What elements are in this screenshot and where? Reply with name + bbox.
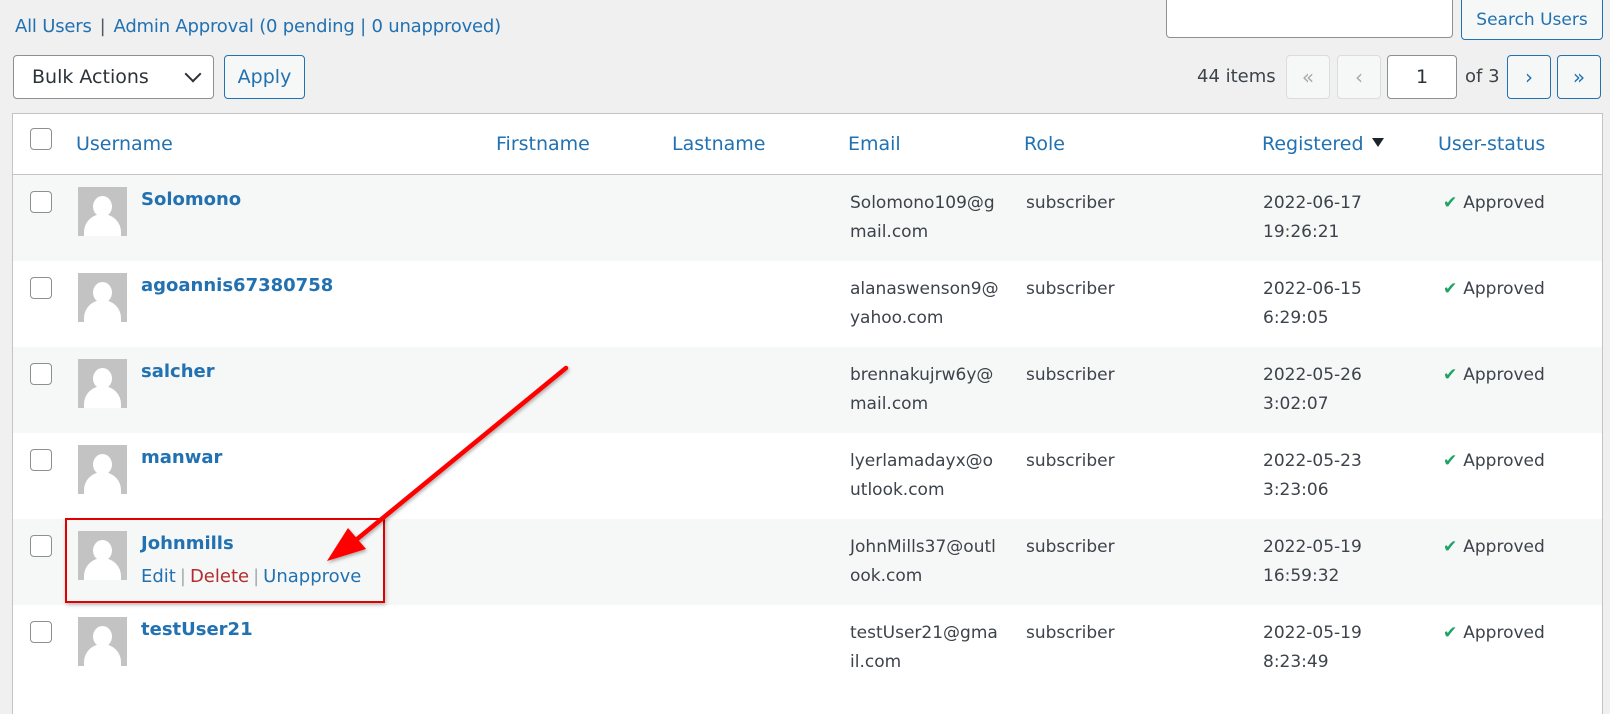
row-checkbox[interactable] — [30, 277, 52, 299]
registered-cell: 2022-05-19 8:23:49 — [1263, 623, 1362, 672]
row-checkbox[interactable] — [30, 363, 52, 385]
table-row: salcher brennakujrw6y@mail.com subscriber 2… — [13, 347, 1602, 433]
sort-desc-icon — [1371, 138, 1384, 147]
apply-button[interactable]: Apply — [224, 55, 305, 99]
username-link[interactable]: Johnmills — [141, 533, 234, 554]
view-links: All Users | Admin Approval (0 pending | 0 … — [15, 16, 501, 37]
row-checkbox[interactable] — [30, 191, 52, 213]
row-checkbox[interactable] — [30, 621, 52, 643]
user-status-cell: ✔ Approved — [1443, 619, 1545, 648]
column-lastname[interactable]: Lastname — [672, 133, 765, 155]
user-status-cell: ✔ Approved — [1443, 447, 1545, 476]
table-row: agoannis67380758 alanaswenson9@yahoo.com s… — [13, 261, 1602, 347]
table-row: testUser21 testUser21@gmail.com subscriber… — [13, 605, 1602, 691]
registered-cell: 2022-06-17 19:26:21 — [1263, 193, 1362, 242]
column-role[interactable]: Role — [1024, 133, 1065, 155]
avatar — [78, 359, 127, 408]
table-body: Solomono Solomono109@gmail.com subscriber 2… — [13, 175, 1602, 691]
user-status-label: Approved — [1463, 193, 1545, 213]
user-status-cell: ✔ Approved — [1443, 275, 1545, 304]
user-status-label: Approved — [1463, 537, 1545, 557]
role-cell: subscriber — [1026, 537, 1115, 557]
check-icon: ✔ — [1443, 193, 1458, 213]
user-status-cell: ✔ Approved — [1443, 533, 1545, 562]
row-actions-separator: | — [179, 566, 186, 587]
all-users-link[interactable]: All Users — [15, 16, 92, 37]
chevron-down-icon — [184, 65, 202, 83]
check-icon: ✔ — [1443, 623, 1458, 643]
email-cell: Solomono109@gmail.com — [850, 193, 995, 242]
column-registered[interactable]: Registered — [1262, 133, 1384, 155]
registered-cell: 2022-06-15 6:29:05 — [1263, 279, 1362, 328]
bulk-actions-selected: Bulk Actions — [32, 66, 149, 88]
check-icon: ✔ — [1443, 365, 1458, 385]
column-email[interactable]: Email — [848, 133, 901, 155]
role-cell: subscriber — [1026, 451, 1115, 471]
view-links-separator: | — [99, 16, 106, 37]
row-checkbox[interactable] — [30, 449, 52, 471]
avatar — [78, 273, 127, 322]
search-users-input[interactable] — [1166, 0, 1453, 38]
avatar — [78, 617, 127, 666]
column-username[interactable]: Username — [76, 133, 173, 155]
email-cell: alanaswenson9@yahoo.com — [850, 279, 999, 328]
email-cell: testUser21@gmail.com — [850, 623, 998, 672]
row-checkbox[interactable] — [30, 535, 52, 557]
admin-approval-link[interactable]: Admin Approval (0 pending | 0 unapproved… — [114, 16, 502, 37]
last-page-button[interactable]: » — [1557, 55, 1601, 99]
next-page-button[interactable]: › — [1507, 55, 1551, 99]
avatar — [78, 445, 127, 494]
registered-cell: 2022-05-26 3:02:07 — [1263, 365, 1362, 414]
check-icon: ✔ — [1443, 537, 1458, 557]
user-status-label: Approved — [1463, 279, 1545, 299]
username-link[interactable]: Solomono — [141, 189, 241, 210]
avatar — [78, 531, 127, 580]
table-header: Username Firstname Lastname Email Role R… — [13, 114, 1602, 175]
unapprove-link[interactable]: Unapprove — [263, 566, 361, 587]
username-link[interactable]: salcher — [141, 361, 215, 382]
username-link[interactable]: testUser21 — [141, 619, 253, 640]
user-status-label: Approved — [1463, 623, 1545, 643]
select-all-checkbox[interactable] — [30, 128, 52, 150]
username-link[interactable]: manwar — [141, 447, 222, 468]
column-registered-label: Registered — [1262, 133, 1364, 155]
first-page-button[interactable]: « — [1286, 55, 1330, 99]
row-actions-separator: | — [253, 566, 260, 587]
user-status-cell: ✔ Approved — [1443, 189, 1545, 218]
table-row: Johnmills Edit | Delete | Unapprove JohnMills3… — [13, 519, 1602, 605]
role-cell: subscriber — [1026, 279, 1115, 299]
check-icon: ✔ — [1443, 451, 1458, 471]
user-status-label: Approved — [1463, 365, 1545, 385]
role-cell: subscriber — [1026, 365, 1115, 385]
bulk-actions-select[interactable]: Bulk Actions — [13, 55, 214, 99]
delete-link[interactable]: Delete — [190, 566, 249, 587]
user-status-label: Approved — [1463, 451, 1545, 471]
avatar — [78, 187, 127, 236]
check-icon: ✔ — [1443, 279, 1458, 299]
registered-cell: 2022-05-19 16:59:32 — [1263, 537, 1362, 586]
current-page-input[interactable]: 1 — [1387, 55, 1457, 99]
email-cell: brennakujrw6y@mail.com — [850, 365, 994, 414]
role-cell: subscriber — [1026, 623, 1115, 643]
username-link[interactable]: agoannis67380758 — [141, 275, 333, 296]
search-users-button[interactable]: Search Users — [1461, 0, 1603, 40]
users-table: Username Firstname Lastname Email Role R… — [12, 113, 1603, 714]
items-count: 44 items — [1197, 66, 1276, 87]
total-pages: of 3 — [1465, 66, 1500, 87]
table-row: manwar lyerlamadayx@outlook.com subscriber… — [13, 433, 1602, 519]
email-cell: JohnMills37@outlook.com — [850, 537, 996, 586]
prev-page-button[interactable]: ‹ — [1337, 55, 1381, 99]
registered-cell: 2022-05-23 3:23:06 — [1263, 451, 1362, 500]
email-cell: lyerlamadayx@outlook.com — [850, 451, 994, 500]
column-firstname[interactable]: Firstname — [496, 133, 590, 155]
role-cell: subscriber — [1026, 193, 1115, 213]
edit-link[interactable]: Edit — [141, 566, 176, 587]
row-actions: Edit | Delete | Unapprove — [141, 566, 361, 587]
user-status-cell: ✔ Approved — [1443, 361, 1545, 390]
column-user-status[interactable]: User-status — [1438, 133, 1545, 155]
table-row: Solomono Solomono109@gmail.com subscriber 2… — [13, 175, 1602, 261]
